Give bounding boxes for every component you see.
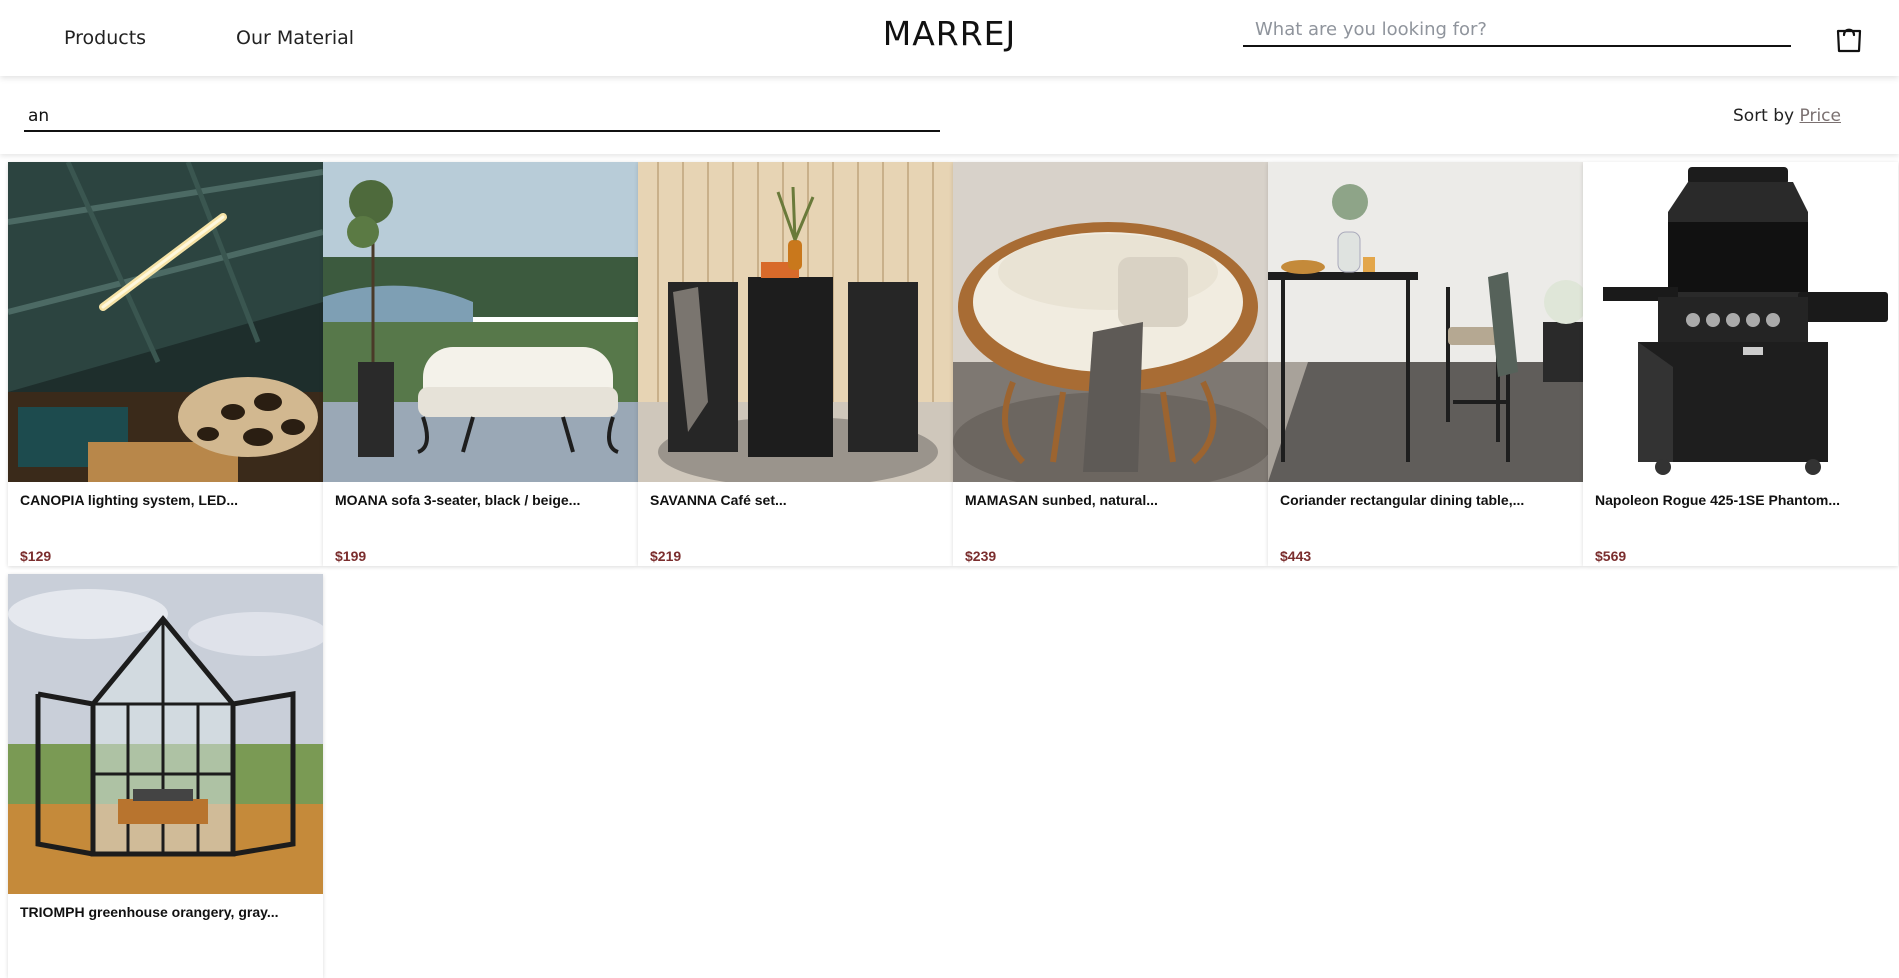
product-card[interactable]: MOANA sofa 3-seater, black / beige... $1… xyxy=(323,162,638,566)
product-image xyxy=(1268,162,1583,482)
header-search-input[interactable] xyxy=(1243,14,1791,47)
product-card[interactable]: Coriander rectangular dining table,... $… xyxy=(1268,162,1583,566)
product-image xyxy=(8,162,323,482)
shopping-bag-icon[interactable] xyxy=(1833,22,1865,54)
nav-our-material[interactable]: Our Material xyxy=(236,27,354,49)
product-title: Napoleon Rogue 425-1SE Phantom... xyxy=(1595,492,1841,508)
product-title: TRIOMPH greenhouse orangery, gray... xyxy=(20,904,279,920)
product-image xyxy=(1583,162,1898,482)
sort-control: Sort by Price xyxy=(1733,106,1841,126)
product-card[interactable]: CANOPIA lighting system, LED... $129 xyxy=(8,162,323,566)
product-image xyxy=(323,162,638,482)
product-title: SAVANNA Café set... xyxy=(650,492,787,508)
product-price: $239 xyxy=(965,548,997,564)
product-price: $199 xyxy=(335,548,367,564)
filter-search-input[interactable] xyxy=(24,102,940,132)
product-title: Coriander rectangular dining table,... xyxy=(1280,492,1525,508)
product-price: $219 xyxy=(650,548,682,564)
product-title: CANOPIA lighting system, LED... xyxy=(20,492,239,508)
product-card[interactable]: SAVANNA Café set... $219 xyxy=(638,162,953,566)
product-image xyxy=(953,162,1268,482)
product-card[interactable]: MAMASAN sunbed, natural... $239 xyxy=(953,162,1268,566)
site-header: Products Our Material MARREJ xyxy=(0,0,1899,76)
filter-bar: Sort by Price xyxy=(0,76,1899,154)
sort-label: Sort by xyxy=(1733,106,1795,126)
product-image xyxy=(8,574,323,894)
product-title: MAMASAN sunbed, natural... xyxy=(965,492,1158,508)
sort-price-link[interactable]: Price xyxy=(1800,106,1841,126)
product-image xyxy=(638,162,953,482)
product-price: $443 xyxy=(1280,548,1312,564)
product-price: $129 xyxy=(20,548,52,564)
product-price: $569 xyxy=(1595,548,1627,564)
product-card[interactable]: TRIOMPH greenhouse orangery, gray... xyxy=(8,574,323,978)
product-title: MOANA sofa 3-seater, black / beige... xyxy=(335,492,581,508)
product-card[interactable]: Napoleon Rogue 425-1SE Phantom... $569 xyxy=(1583,162,1898,566)
nav-products[interactable]: Products xyxy=(64,27,146,49)
